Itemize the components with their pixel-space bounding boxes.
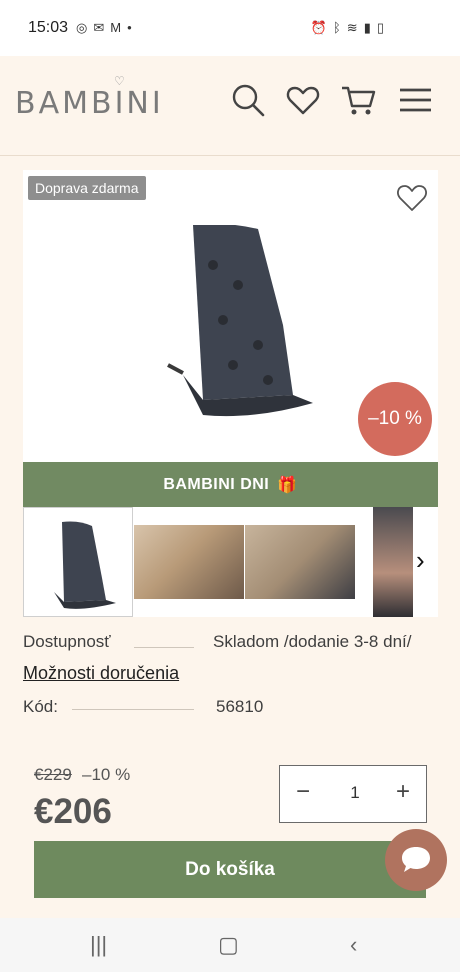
battery-icon: ▯ bbox=[376, 20, 384, 35]
code-value: 56810 bbox=[216, 697, 264, 716]
quantity-plus-button[interactable]: + bbox=[388, 778, 418, 810]
availability-value: Skladom /dodanie 3-8 dní/ bbox=[213, 632, 412, 651]
recent-apps-icon[interactable]: ||| bbox=[90, 932, 107, 958]
chevron-right-icon[interactable]: › bbox=[416, 545, 425, 576]
code-divider bbox=[72, 709, 194, 710]
bambini-logo[interactable]: BAMBINI bbox=[15, 86, 164, 121]
add-to-cart-button[interactable]: Do košíka bbox=[34, 841, 426, 898]
instagram-icon: ◎ bbox=[76, 20, 88, 35]
search-icon[interactable] bbox=[230, 82, 266, 118]
status-right-icons: ⏰ ᛒ ≋ ▮ ▯ bbox=[311, 20, 384, 36]
discount-badge: –10 % bbox=[358, 382, 432, 456]
quantity-stepper: − 1 + bbox=[279, 765, 427, 823]
current-price: €206 bbox=[34, 792, 112, 831]
delivery-options-link[interactable]: Možnosti doručenia bbox=[23, 663, 179, 684]
cart-icon[interactable] bbox=[340, 82, 376, 118]
notification-dot-icon: • bbox=[127, 20, 132, 35]
availability-label: Dostupnosť bbox=[23, 632, 111, 651]
promo-label: BAMBINI DNI bbox=[163, 475, 270, 493]
status-time: 15:03 bbox=[28, 19, 69, 36]
bluetooth-icon: ᛒ bbox=[332, 20, 341, 35]
baby-bouncer-image bbox=[167, 225, 313, 417]
heart-icon[interactable] bbox=[285, 82, 321, 118]
logo-heart-icon: ♡ bbox=[114, 74, 125, 88]
thumbnail-3[interactable] bbox=[245, 525, 355, 599]
thumbnail-1[interactable] bbox=[23, 507, 133, 617]
gmail-icon: M bbox=[110, 20, 122, 35]
home-icon[interactable]: ▢ bbox=[218, 932, 239, 958]
availability-divider bbox=[134, 647, 194, 648]
signal-icon: ▮ bbox=[363, 20, 371, 35]
old-price: €229 bbox=[34, 765, 72, 784]
product-main-image[interactable]: Doprava zdarma –10 % bbox=[23, 170, 438, 462]
site-header: BAMBINI ♡ bbox=[0, 56, 460, 156]
alarm-icon: ⏰ bbox=[310, 20, 327, 35]
back-icon[interactable]: ‹ bbox=[350, 932, 357, 958]
quantity-value[interactable]: 1 bbox=[335, 783, 375, 803]
menu-icon[interactable] bbox=[398, 82, 434, 118]
code-label: Kód: bbox=[23, 697, 58, 716]
thumbnail-strip: › bbox=[23, 507, 438, 617]
price-discount-percent: –10 % bbox=[82, 765, 131, 784]
mail-icon: ✉ bbox=[93, 20, 105, 35]
wifi-icon: ≋ bbox=[346, 20, 358, 35]
wishlist-heart-icon[interactable] bbox=[396, 182, 428, 214]
free-shipping-badge: Doprava zdarma bbox=[28, 176, 146, 200]
chat-bubble-icon bbox=[402, 847, 430, 872]
quantity-minus-button[interactable]: − bbox=[288, 778, 318, 810]
status-bar: 15:03 ◎ ✉ M • ⏰ ᛒ ≋ ▮ ▯ bbox=[0, 0, 460, 56]
status-left-icons: ◎ ✉ M • bbox=[76, 20, 132, 36]
thumbnail-bouncer-icon bbox=[54, 521, 116, 609]
promo-bar: BAMBINI DNI 🎁 bbox=[23, 462, 438, 507]
system-nav-bar: ||| ▢ ‹ bbox=[0, 918, 460, 972]
chat-button[interactable] bbox=[385, 829, 447, 891]
thumbnail-2[interactable] bbox=[134, 525, 244, 599]
thumbnail-4[interactable] bbox=[373, 507, 413, 617]
gift-icon: 🎁 bbox=[277, 476, 298, 494]
